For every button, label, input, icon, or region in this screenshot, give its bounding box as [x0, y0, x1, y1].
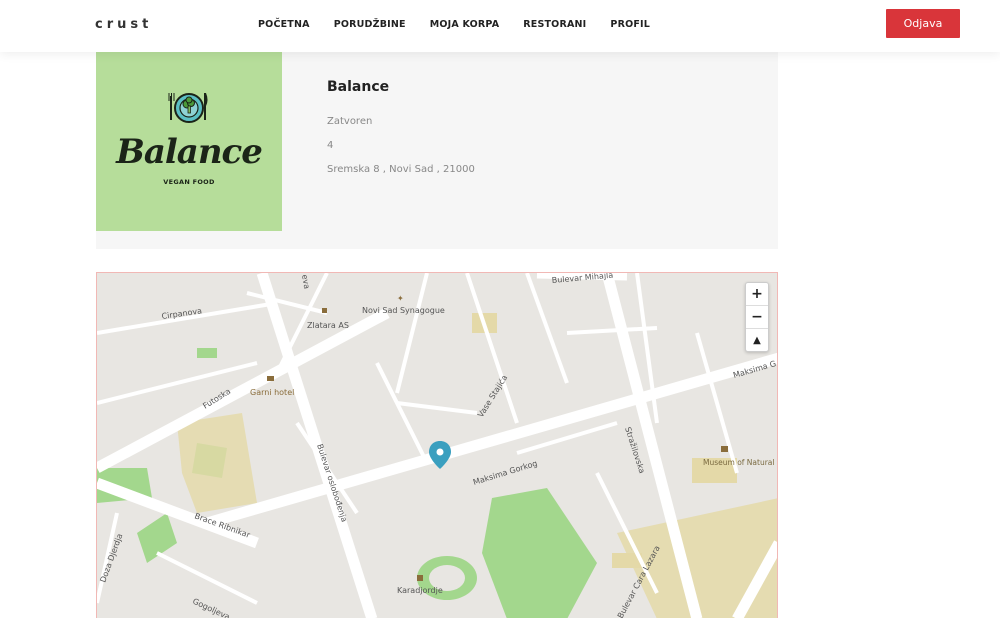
- plate-broccoli-icon: [168, 93, 208, 123]
- nav-link-porudzbine[interactable]: PORUDŽBINE: [334, 19, 406, 30]
- synagogue-poi-icon: ✦: [397, 294, 404, 303]
- zoom-in-button[interactable]: +: [746, 283, 768, 306]
- location-map[interactable]: Cirpanova Zlatara AS Novi Sad Synagogue …: [96, 272, 778, 618]
- nav-links: POČETNA PORUDŽBINE MOJA KORPA RESTORANI …: [258, 19, 674, 30]
- label-museum: Museum of Natural History: [703, 458, 778, 467]
- restaurant-rating: 4: [327, 140, 334, 151]
- restaurant-logo: Balance VEGAN FOOD: [96, 52, 282, 231]
- nav-link-moja-korpa[interactable]: MOJA KORPA: [430, 19, 500, 30]
- restaurant-name: Balance: [327, 79, 390, 95]
- label-garni-hotel: Garni hotel: [250, 388, 294, 397]
- map-canvas[interactable]: Cirpanova Zlatara AS Novi Sad Synagogue …: [97, 273, 778, 618]
- label-synagogue: Novi Sad Synagogue: [362, 306, 445, 315]
- nav-link-pocetna[interactable]: POČETNA: [258, 19, 310, 30]
- nav-link-profil[interactable]: PROFIL: [610, 19, 650, 30]
- jewelry-poi-icon: [322, 308, 327, 313]
- museum-poi-icon: [721, 446, 728, 452]
- map-zoom-controls: + − ▲: [745, 282, 769, 352]
- restaurant-address: Sremska 8 , Novi Sad , 21000: [327, 164, 475, 175]
- zoom-out-button[interactable]: −: [746, 306, 768, 329]
- restaurant-status: Zatvoren: [327, 116, 373, 127]
- top-navbar: crust POČETNA PORUDŽBINE MOJA KORPA REST…: [0, 0, 1000, 52]
- hotel-poi-icon: [267, 376, 274, 381]
- reset-north-button[interactable]: ▲: [746, 329, 768, 351]
- label-zlatara: Zlatara AS: [307, 321, 349, 330]
- brand-logo[interactable]: crust: [95, 17, 152, 32]
- logout-button[interactable]: Odjava: [886, 9, 960, 38]
- logo-wordmark: Balance: [116, 132, 263, 172]
- label-karadjordje: Karadjordje: [397, 586, 443, 595]
- nav-link-restorani[interactable]: RESTORANI: [523, 19, 586, 30]
- stadium-poi-icon: [417, 575, 423, 581]
- logo-subtitle: VEGAN FOOD: [163, 178, 215, 186]
